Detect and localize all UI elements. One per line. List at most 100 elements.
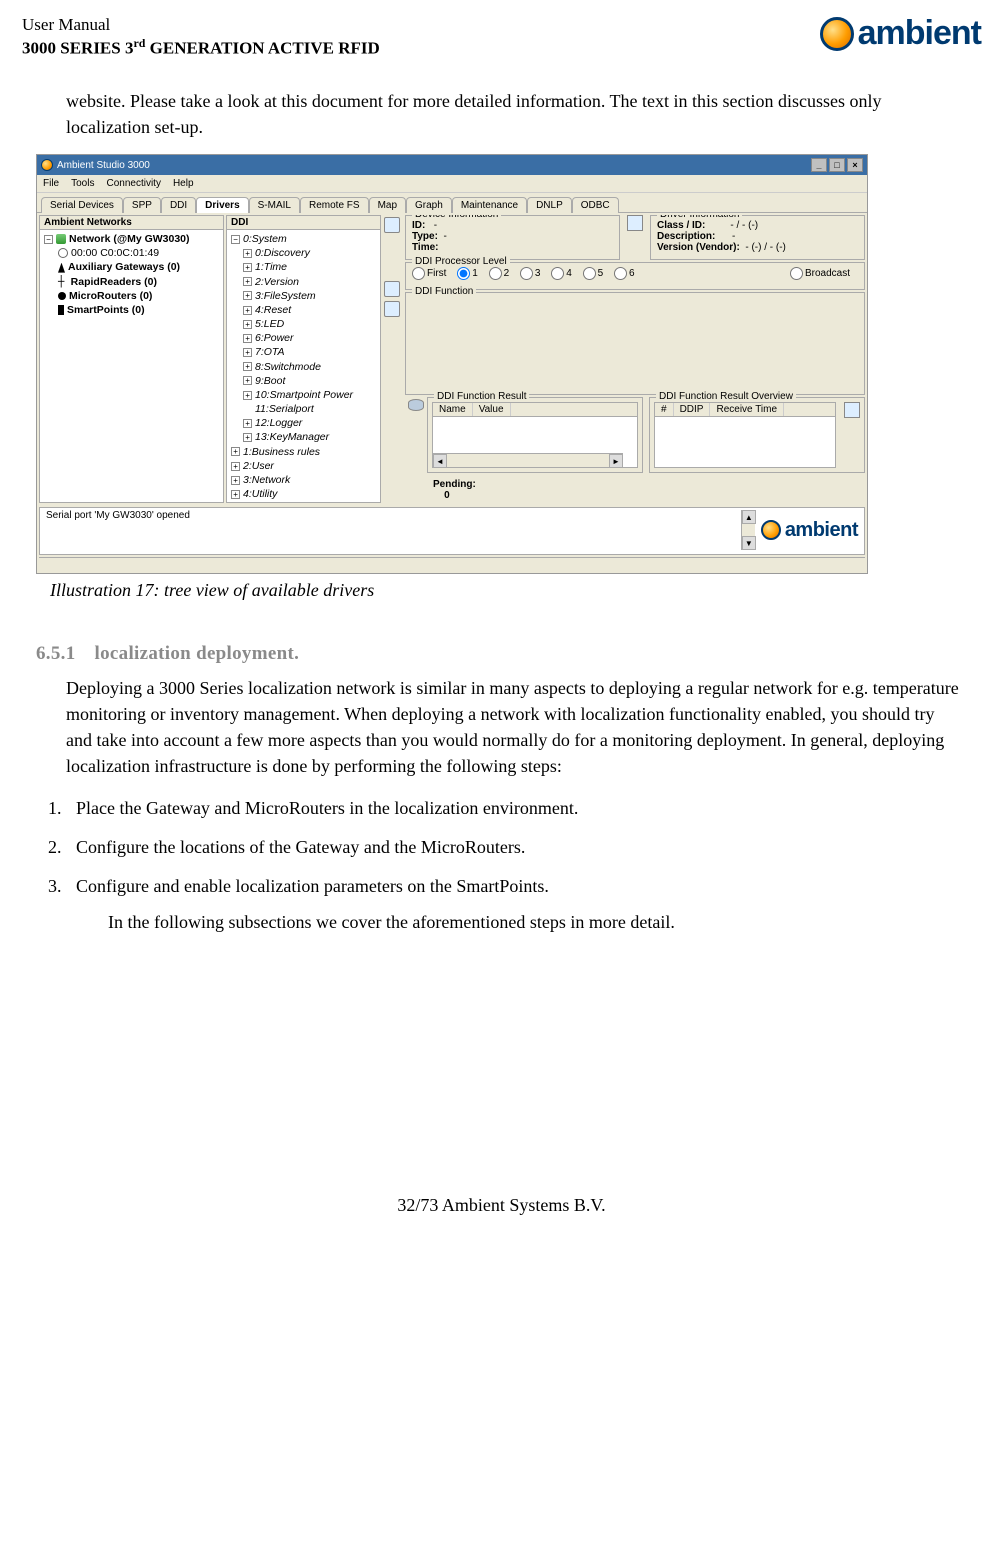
tab-maintenance[interactable]: Maintenance [452,197,527,213]
expand-icon[interactable]: + [243,249,252,258]
tab-serial-devices[interactable]: Serial Devices [41,197,123,213]
menu-help[interactable]: Help [173,178,194,189]
ddi-root[interactable]: 0:System [243,233,287,245]
tab-graph[interactable]: Graph [406,197,452,213]
horizontal-scrollbar[interactable]: ◄► [433,453,623,467]
ddi-boot[interactable]: 9:Boot [255,375,285,387]
radio-2[interactable]: 2 [489,267,510,280]
pending-row: Pending: 0 [405,475,865,503]
bottom-scrollbar[interactable] [39,557,865,571]
radio-6[interactable]: 6 [614,267,635,280]
ddi-serialport[interactable]: 11:Serialport [255,403,314,415]
radio-5[interactable]: 5 [583,267,604,280]
tab-remote-fs[interactable]: Remote FS [300,197,369,213]
ddi-business-rules[interactable]: 1:Business rules [243,446,320,458]
scroll-up-icon[interactable]: ▲ [742,510,756,524]
tree-rapidreaders[interactable]: RapidReaders (0) [71,276,157,288]
ddi-reset[interactable]: 4:Reset [255,304,291,316]
microrouter-icon [58,292,66,300]
menu-bar: File Tools Connectivity Help [37,175,867,193]
ddi-switchmode[interactable]: 8:Switchmode [255,361,321,373]
expand-icon[interactable]: + [243,291,252,300]
ddi-power[interactable]: 6:Power [255,332,294,344]
expand-icon[interactable]: + [243,334,252,343]
overview-export-icon[interactable] [844,402,860,418]
menu-connectivity[interactable]: Connectivity [106,178,160,189]
radio-broadcast[interactable]: Broadcast [790,267,850,280]
expand-icon[interactable]: + [243,419,252,428]
tree-aux-gateways[interactable]: Auxiliary Gateways (0) [68,261,180,273]
tab-map[interactable]: Map [369,197,406,213]
radio-3[interactable]: 3 [520,267,541,280]
col-name[interactable]: Name [433,403,473,416]
tree-microrouters[interactable]: MicroRouters (0) [69,290,152,302]
tab-drivers[interactable]: Drivers [196,197,248,213]
minimize-button[interactable]: _ [811,158,827,172]
tab-spp[interactable]: SPP [123,197,161,213]
expand-icon[interactable]: + [243,263,252,272]
expand-icon[interactable]: + [243,391,252,400]
ddi-version[interactable]: 2:Version [255,276,299,288]
collapse-icon[interactable]: − [231,235,240,244]
close-button[interactable]: × [847,158,863,172]
database-icon[interactable] [408,399,424,411]
status-logo-text: ambient [785,519,858,542]
ddi-network[interactable]: 3:Network [243,474,290,486]
ddi-led[interactable]: 5:LED [255,318,284,330]
window-title: Ambient Studio 3000 [57,160,150,171]
expand-icon[interactable]: + [243,376,252,385]
result-table[interactable]: Name Value ◄► [432,402,638,468]
expand-icon[interactable]: + [231,447,240,456]
col-value[interactable]: Value [473,403,511,416]
expand-icon[interactable]: + [243,306,252,315]
tab-smail[interactable]: S-MAIL [249,197,300,213]
radio-1[interactable]: 1 [457,267,478,280]
network-tree[interactable]: −Network (@My GW3030) 00:00 C0:0C:01:49 … [40,230,223,319]
ddi-keymanager[interactable]: 13:KeyManager [255,431,329,443]
expand-icon[interactable]: + [243,277,252,286]
info-refresh-icon[interactable] [627,215,643,231]
expand-icon[interactable]: + [243,348,252,357]
tool-icon-1[interactable] [384,217,400,233]
ddi-tree[interactable]: −0:System +0:Discovery +1:Time +2:Versio… [227,230,380,503]
maximize-button[interactable]: □ [829,158,845,172]
tree-clock[interactable]: 00:00 C0:0C:01:49 [71,247,159,259]
tool-icon-2[interactable] [384,281,400,297]
ddi-smartpoint-power[interactable]: 10:Smartpoint Power [255,389,353,401]
expand-icon[interactable]: + [231,490,240,499]
col-ddip[interactable]: DDIP [674,403,711,416]
scroll-down-icon[interactable]: ▼ [742,536,756,550]
col-hash[interactable]: # [655,403,674,416]
expand-icon[interactable]: + [231,462,240,471]
radio-first[interactable]: First [412,267,446,280]
expand-icon[interactable]: + [243,433,252,442]
ddi-logger[interactable]: 12:Logger [255,417,302,429]
ddi-ota[interactable]: 7:OTA [255,346,285,358]
expand-icon[interactable]: + [243,320,252,329]
menu-tools[interactable]: Tools [71,178,94,189]
ddi-time[interactable]: 1:Time [255,261,287,273]
network-root[interactable]: Network (@My GW3030) [69,233,190,245]
ddi-filesystem[interactable]: 3:FileSystem [255,290,316,302]
section-body: Deploying a 3000 Series localization net… [66,675,961,779]
expand-icon[interactable]: + [243,362,252,371]
tab-dnlp[interactable]: DNLP [527,197,572,213]
ambient-logo: ambient [820,14,981,53]
overview-table[interactable]: # DDIP Receive Time [654,402,836,468]
col-receive-time[interactable]: Receive Time [710,403,784,416]
tab-ddi[interactable]: DDI [161,197,196,213]
collapse-icon[interactable]: − [44,235,53,244]
section-after-steps: In the following subsections we cover th… [108,909,981,936]
tool-icon-3[interactable] [384,301,400,317]
result-title: DDI Function Result [434,391,529,402]
tab-odbc[interactable]: ODBC [572,197,619,213]
radio-4[interactable]: 4 [551,267,572,280]
expand-icon[interactable]: + [231,476,240,485]
ddi-security[interactable]: 5:Security [243,502,290,503]
ddi-utility[interactable]: 4:Utility [243,488,277,500]
section-number: 6.5.1 [36,643,76,664]
menu-file[interactable]: File [43,178,59,189]
tree-smartpoints[interactable]: SmartPoints (0) [67,304,145,316]
ddi-discovery[interactable]: 0:Discovery [255,247,310,259]
ddi-user[interactable]: 2:User [243,460,274,472]
